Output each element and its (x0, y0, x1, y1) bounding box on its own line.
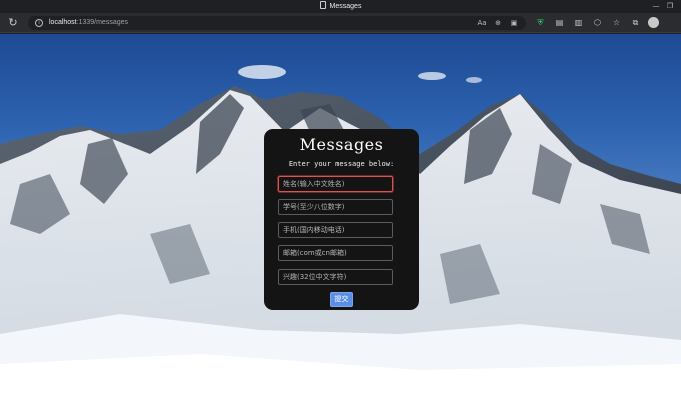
interests-input[interactable] (278, 269, 393, 285)
read-aloud-icon[interactable]: Aa (476, 16, 488, 30)
profile-avatar[interactable] (648, 17, 659, 28)
site-info-icon[interactable]: i (35, 19, 43, 27)
message-form-card: Messages Enter your message below: (264, 129, 419, 310)
phone-input[interactable] (278, 222, 393, 238)
page-viewport: Messages Enter your message below: 提交 (0, 34, 681, 403)
form-subtitle: Enter your message below: (288, 160, 395, 168)
restore-button[interactable]: ❐ (663, 0, 677, 13)
collections-icon[interactable]: ⧉ (629, 16, 642, 30)
address-bar[interactable]: i localhost:1339/messages Aa ⊕ ▣ (28, 16, 526, 30)
form-title: Messages (299, 135, 384, 154)
submit-button[interactable]: 提交 (330, 292, 353, 307)
url-path: :1339/messages (76, 19, 129, 26)
extensions-puzzle-icon[interactable]: ⬡ (591, 16, 604, 30)
extension-icon[interactable]: ▥ (572, 16, 585, 30)
browser-titlebar: Messages — ❐ (0, 0, 681, 13)
page-icon (319, 1, 326, 9)
zoom-icon[interactable]: ⊕ (492, 16, 504, 30)
shield-extension-icon[interactable]: ⛨ (534, 16, 547, 30)
name-input[interactable] (278, 176, 393, 192)
extension-icon[interactable]: ▤ (553, 16, 566, 30)
tab-title: Messages (329, 3, 362, 10)
url-host: localhost (49, 19, 77, 26)
reload-icon[interactable]: ↻ (6, 16, 20, 30)
minimize-button[interactable]: — (649, 0, 663, 13)
email-input[interactable] (278, 245, 393, 261)
app-available-icon[interactable]: ▣ (508, 16, 520, 30)
browser-toolbar: ↻ i localhost:1339/messages Aa ⊕ ▣ ⛨ ▤ ▥… (0, 13, 681, 33)
url-text[interactable]: localhost:1339/messages (49, 16, 128, 30)
window-controls: — ❐ (649, 0, 677, 13)
address-bar-actions: Aa ⊕ ▣ (476, 16, 520, 30)
favorites-star-icon[interactable]: ☆ (610, 16, 623, 30)
student-id-input[interactable] (278, 199, 393, 215)
extensions-bar: ⛨ ▤ ▥ ⬡ ☆ ⧉ (534, 16, 659, 30)
tab[interactable]: Messages (0, 1, 681, 12)
